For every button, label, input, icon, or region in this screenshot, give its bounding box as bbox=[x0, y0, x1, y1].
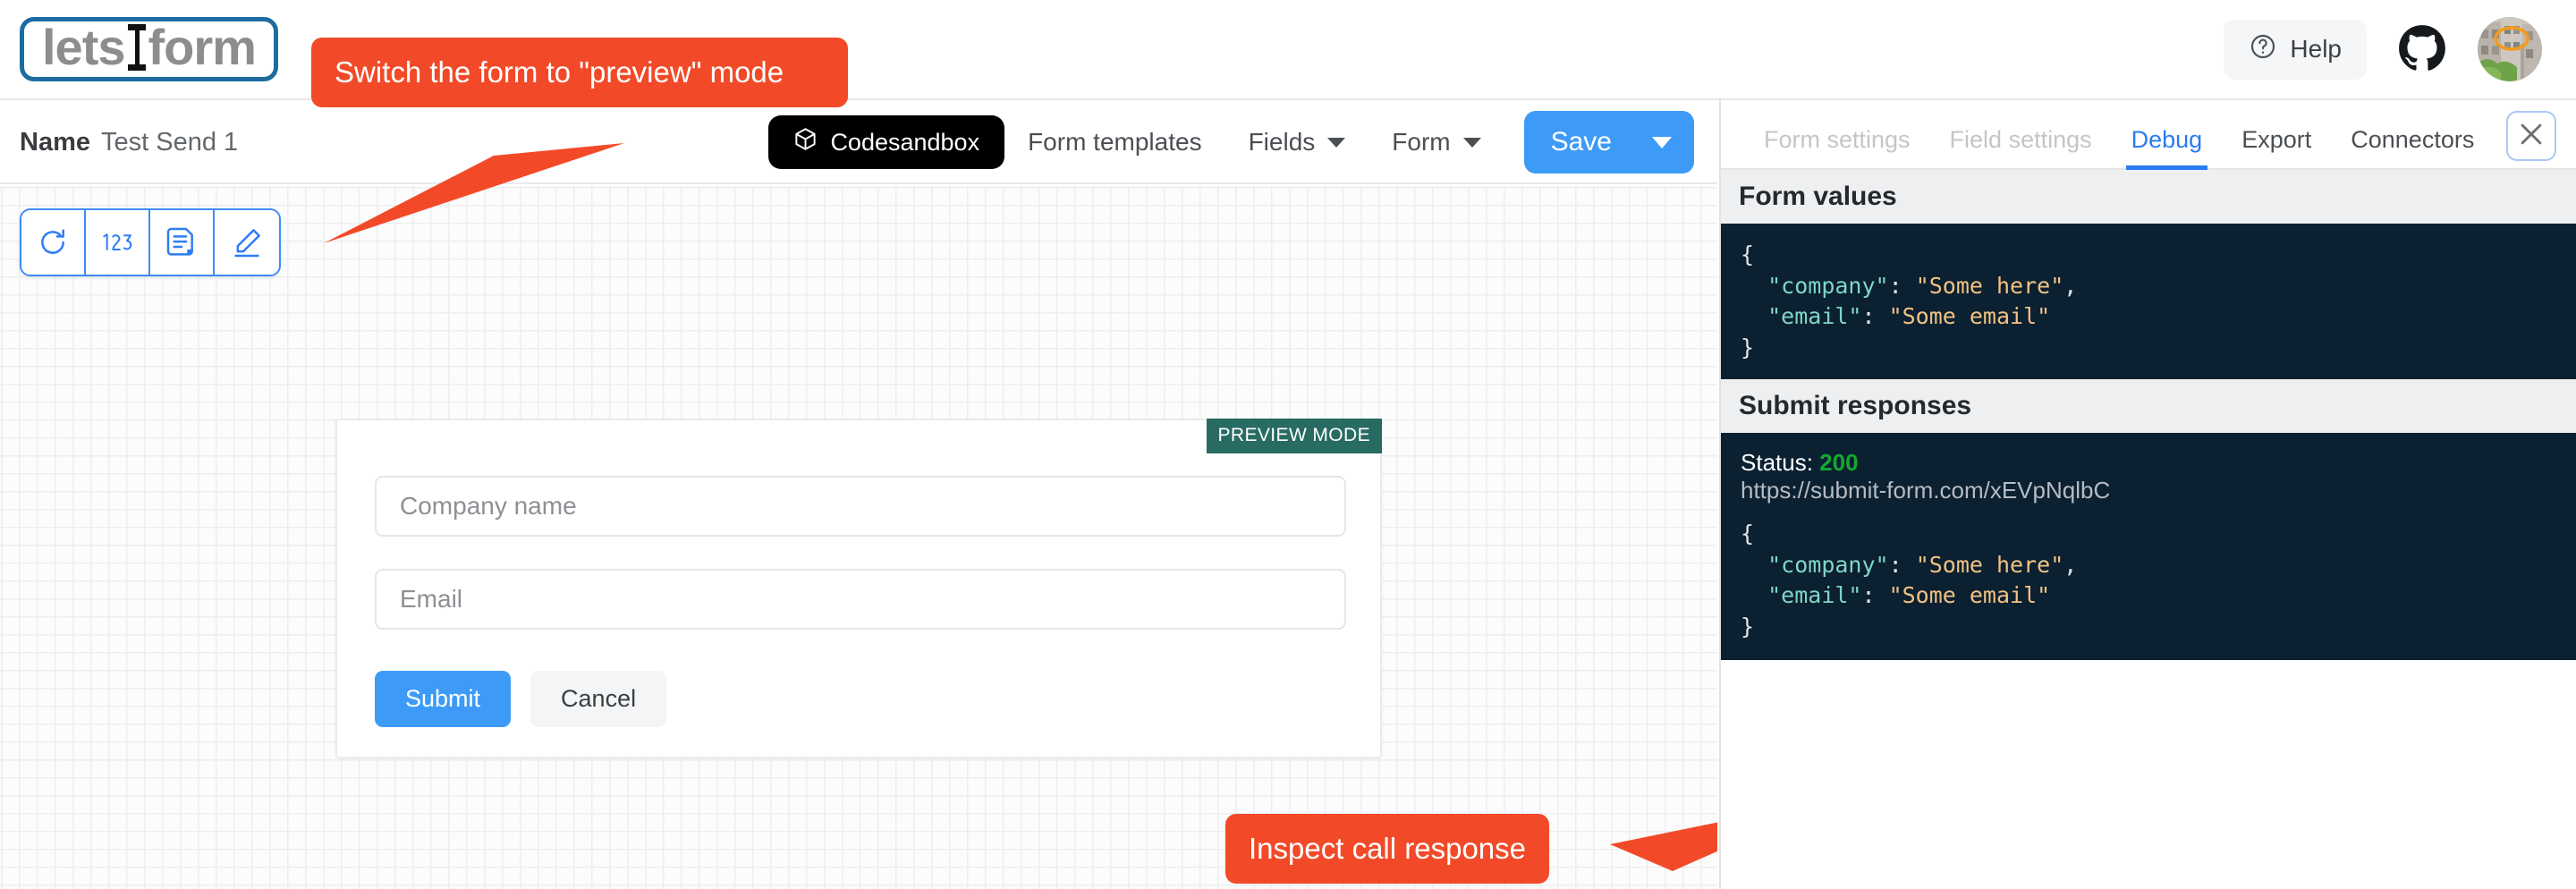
json-sep: : bbox=[1861, 303, 1889, 329]
logo-text-right: form bbox=[148, 19, 257, 75]
codesandbox-icon bbox=[793, 127, 818, 157]
fields-label: Fields bbox=[1248, 128, 1316, 156]
json-brace-open: { bbox=[1741, 521, 1755, 546]
json-value-company: "Some here" bbox=[1915, 272, 2064, 299]
form-templates-label: Form templates bbox=[1028, 128, 1202, 156]
chevron-down-icon bbox=[1327, 137, 1346, 148]
tab-label: Export bbox=[2241, 126, 2312, 153]
form-actions: Submit Cancel bbox=[375, 671, 667, 727]
caret-down-icon bbox=[1652, 136, 1672, 148]
help-button[interactable]: Help bbox=[2224, 19, 2367, 80]
close-panel-button[interactable] bbox=[2506, 111, 2556, 161]
panel-tabs: Form settings Field settings Debug Expor… bbox=[1721, 100, 2576, 170]
callout-switch-preview: Switch the form to "preview" mode bbox=[311, 38, 848, 108]
form-menu[interactable]: Form bbox=[1368, 128, 1504, 157]
codesandbox-label: Codesandbox bbox=[830, 128, 980, 156]
document-button[interactable] bbox=[150, 210, 215, 275]
form-preview-card: PREVIEW MODE Company name Email Submit C… bbox=[335, 419, 1382, 758]
status-code: 200 bbox=[1819, 449, 1859, 476]
response-url: https://submit-form.com/xEVpNqlbC bbox=[1741, 477, 2111, 504]
text-cursor-icon bbox=[125, 22, 148, 72]
logo-text: lets form bbox=[42, 19, 257, 75]
json-sep: : bbox=[1888, 551, 1916, 578]
json-comma: , bbox=[2063, 272, 2078, 299]
form-name-value[interactable]: Test Send 1 bbox=[101, 128, 238, 157]
json-key-email: "email" bbox=[1767, 303, 1862, 329]
json-sep: : bbox=[1888, 272, 1916, 299]
preview-mode-badge: PREVIEW MODE bbox=[1206, 419, 1382, 453]
json-key-company: "company" bbox=[1767, 272, 1889, 299]
callout-text: Switch the form to "preview" mode bbox=[335, 55, 784, 89]
submit-response-meta: Status: 200 https://submit-form.com/xEVp… bbox=[1721, 433, 2576, 510]
save-button[interactable]: Save bbox=[1523, 111, 1694, 174]
callout-inspect-response: Inspect call response bbox=[1225, 814, 1550, 885]
numbers-button[interactable] bbox=[86, 210, 150, 275]
edit-button[interactable] bbox=[215, 210, 279, 275]
right-panel: Form settings Field settings Debug Expor… bbox=[1719, 100, 2576, 889]
tab-label: Field settings bbox=[1949, 126, 2092, 153]
question-circle-icon bbox=[2249, 32, 2277, 67]
github-icon[interactable] bbox=[2397, 24, 2447, 74]
callout-tail-2 bbox=[1610, 822, 1717, 871]
letsform-logo[interactable]: lets form bbox=[20, 17, 278, 81]
tab-export[interactable]: Export bbox=[2222, 126, 2331, 168]
json-value-email: "Some email" bbox=[1888, 582, 2051, 608]
header-actions: Help bbox=[2224, 17, 2542, 81]
form-templates-button[interactable]: Form templates bbox=[1004, 128, 1225, 157]
save-dropdown-toggle[interactable] bbox=[1635, 136, 1689, 148]
company-name-input[interactable]: Company name bbox=[375, 476, 1346, 537]
tab-form-settings[interactable]: Form settings bbox=[1744, 126, 1930, 168]
reload-icon bbox=[35, 224, 71, 260]
logo-text-left: lets bbox=[42, 19, 125, 75]
submit-responses-header: Submit responses bbox=[1721, 379, 2576, 433]
form-values-json: { "company": "Some here", "email": "Some… bbox=[1721, 224, 2576, 379]
toolbar-nav: Codesandbox Form templates Fields Form S… bbox=[768, 111, 1694, 174]
pencil-icon bbox=[229, 224, 265, 260]
reload-button[interactable] bbox=[21, 210, 86, 275]
callout-tail-1 bbox=[324, 143, 624, 243]
form-toolbar: Name Test Send 1 Codesandbox Form templa… bbox=[0, 102, 1717, 184]
numbers-icon bbox=[99, 224, 135, 260]
json-brace-close: } bbox=[1741, 334, 1755, 360]
submit-response-json: { "company": "Some here", "email": "Some… bbox=[1721, 510, 2576, 660]
tab-debug[interactable]: Debug bbox=[2112, 126, 2223, 170]
app-root: lets form Help Name Test Send 1 Codesand… bbox=[0, 0, 2576, 889]
json-value-email: "Some email" bbox=[1888, 303, 2051, 329]
document-icon bbox=[164, 224, 199, 260]
form-values-header: Form values bbox=[1721, 170, 2576, 224]
tab-field-settings[interactable]: Field settings bbox=[1930, 126, 2112, 168]
form-label: Form bbox=[1392, 128, 1451, 156]
submit-button[interactable]: Submit bbox=[375, 671, 512, 727]
json-key-company: "company" bbox=[1767, 551, 1889, 578]
fields-menu[interactable]: Fields bbox=[1225, 128, 1369, 157]
tab-label: Form settings bbox=[1764, 126, 1911, 153]
json-brace-open: { bbox=[1741, 241, 1755, 267]
close-icon bbox=[2516, 119, 2546, 154]
status-line: Status: 200 bbox=[1741, 449, 2556, 477]
tab-connectors[interactable]: Connectors bbox=[2331, 126, 2494, 168]
json-brace-close: } bbox=[1741, 613, 1755, 639]
cancel-button[interactable]: Cancel bbox=[530, 671, 667, 727]
save-label: Save bbox=[1550, 127, 1612, 157]
status-label: Status: bbox=[1741, 449, 1813, 476]
chevron-down-icon bbox=[1462, 137, 1481, 148]
help-label: Help bbox=[2290, 35, 2342, 63]
canvas-tool-strip bbox=[20, 208, 281, 276]
codesandbox-button[interactable]: Codesandbox bbox=[768, 115, 1005, 169]
email-input[interactable]: Email bbox=[375, 569, 1346, 630]
form-canvas: PREVIEW MODE Company name Email Submit C… bbox=[0, 186, 1717, 889]
json-comma: , bbox=[2063, 551, 2078, 578]
user-avatar[interactable] bbox=[2478, 17, 2542, 81]
json-sep: : bbox=[1861, 582, 1889, 608]
json-key-email: "email" bbox=[1767, 582, 1862, 608]
name-label: Name bbox=[20, 127, 90, 157]
tab-label: Debug bbox=[2131, 126, 2203, 153]
tab-label: Connectors bbox=[2351, 126, 2475, 153]
callout-text: Inspect call response bbox=[1249, 832, 1527, 865]
json-value-company: "Some here" bbox=[1915, 551, 2064, 578]
